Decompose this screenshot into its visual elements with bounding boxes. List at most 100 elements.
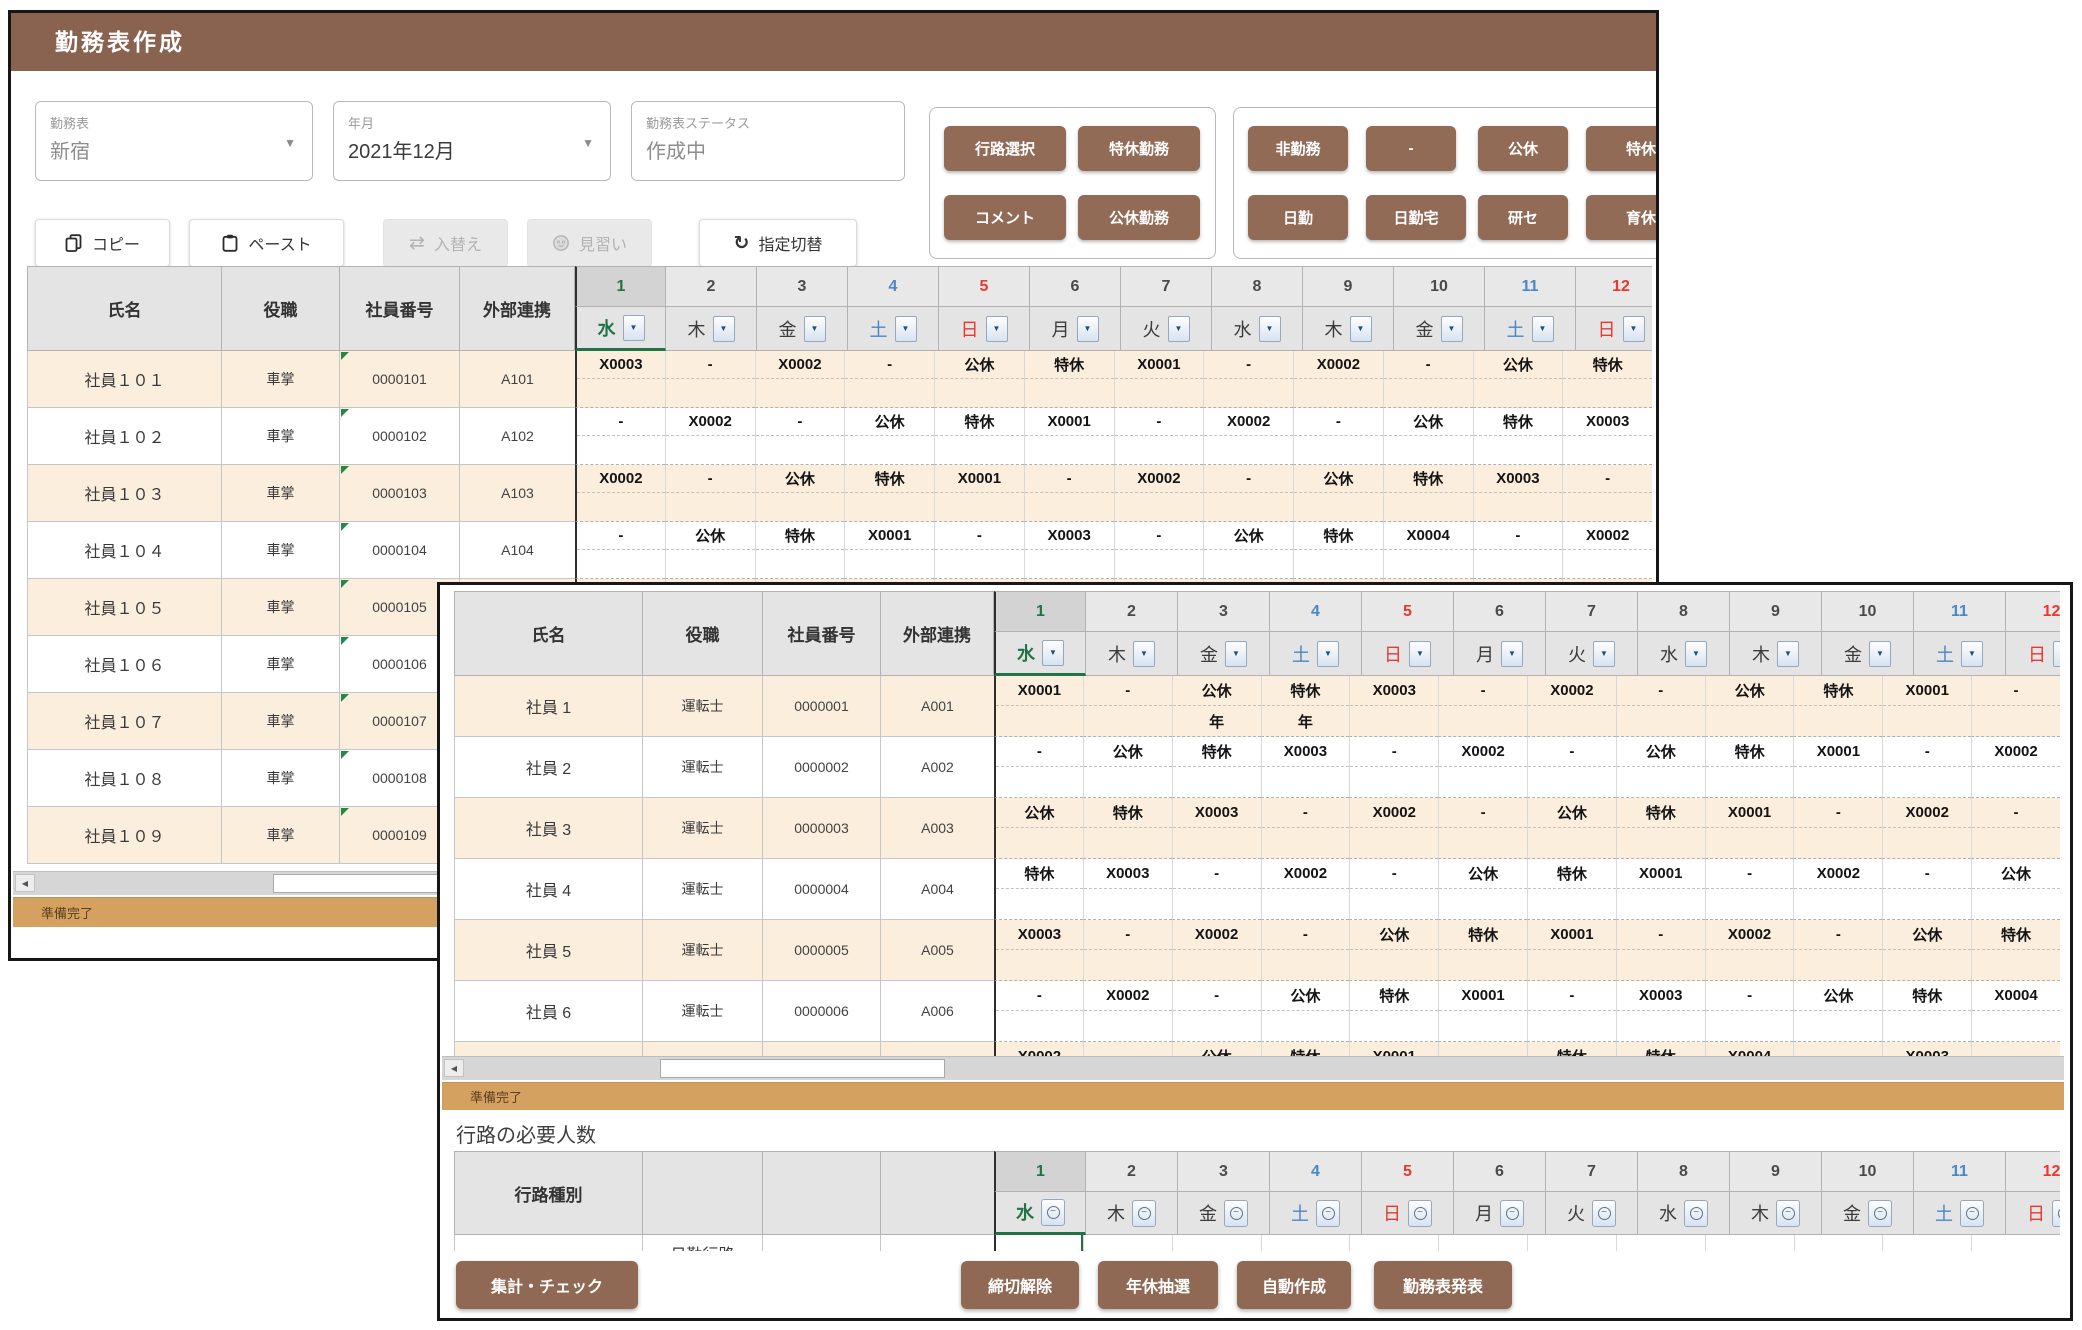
day-of-week[interactable]: 水▼ bbox=[994, 631, 1086, 676]
route-select-button[interactable]: 行路選択 bbox=[944, 126, 1066, 171]
role-cell[interactable]: 運転士 bbox=[642, 737, 762, 798]
employee-number-cell[interactable]: 0000005 bbox=[762, 920, 880, 981]
route-count-cell[interactable] bbox=[1083, 1235, 1172, 1251]
day-filter-button[interactable]: ▼ bbox=[1441, 316, 1463, 342]
route-count-cell[interactable] bbox=[1261, 1235, 1350, 1251]
toggle-designation-button[interactable]: ↻ 指定切替 bbox=[699, 219, 857, 267]
day-of-week[interactable]: 土− bbox=[1270, 1191, 1362, 1235]
day-of-week[interactable]: 日− bbox=[1362, 1191, 1454, 1235]
day-filter-button[interactable]: ▼ bbox=[1961, 641, 1983, 667]
schedule-cell[interactable]: 特休 bbox=[1793, 676, 1882, 737]
day-of-week[interactable]: 金− bbox=[1178, 1191, 1270, 1235]
role-cell[interactable]: 車掌 bbox=[221, 465, 339, 522]
day-filter-button[interactable]: ▼ bbox=[1133, 641, 1155, 667]
route-count-cell[interactable] bbox=[994, 1235, 1083, 1251]
schedule-cell[interactable]: 特休 bbox=[1293, 522, 1383, 579]
schedule-cell[interactable]: X0004 bbox=[1705, 1042, 1794, 1056]
remove-day-button[interactable]: − bbox=[1132, 1200, 1156, 1227]
schedule-cell[interactable]: - bbox=[844, 351, 934, 408]
horizontal-scrollbar[interactable]: ◀ bbox=[442, 1056, 2064, 1080]
day-shift-home-button[interactable]: 日勤宅 bbox=[1366, 195, 1466, 240]
schedule-cell[interactable]: 公休 bbox=[994, 798, 1083, 859]
scroll-left-arrow[interactable]: ◀ bbox=[15, 874, 35, 892]
schedule-cell[interactable]: X0002 bbox=[1562, 522, 1652, 579]
role-cell[interactable]: 運転士 bbox=[642, 920, 762, 981]
schedule-cell[interactable]: 特休 bbox=[1383, 465, 1473, 522]
route-row-cell[interactable] bbox=[762, 1235, 880, 1251]
scrollbar-thumb[interactable] bbox=[660, 1059, 945, 1078]
schedule-cell[interactable]: 公休 bbox=[1383, 408, 1473, 465]
day-of-week[interactable]: 金▼ bbox=[1178, 631, 1270, 676]
schedule-cell[interactable]: X0001 bbox=[994, 676, 1083, 737]
schedule-cell[interactable]: X0002 bbox=[575, 465, 665, 522]
special-holiday-button[interactable]: 特休 bbox=[1586, 126, 1659, 171]
schedule-cell[interactable]: - bbox=[1349, 859, 1438, 920]
day-filter-button[interactable]: ▼ bbox=[1869, 641, 1891, 667]
schedule-cell[interactable]: 特休 bbox=[755, 522, 845, 579]
remove-day-button[interactable]: − bbox=[1592, 1200, 1616, 1227]
month-select[interactable]: 年月 2021年12月 ▼ bbox=[333, 101, 611, 181]
day-of-week[interactable]: 土▼ bbox=[848, 306, 939, 351]
employee-name-cell[interactable]: 社員１０５ bbox=[27, 579, 221, 636]
schedule-cell[interactable]: X0001 bbox=[844, 522, 934, 579]
schedule-cell[interactable]: 特休 bbox=[1024, 351, 1114, 408]
schedule-cell[interactable]: - bbox=[665, 465, 755, 522]
day-filter-button[interactable]: ▼ bbox=[1593, 641, 1615, 667]
day-filter-button[interactable]: ▼ bbox=[1225, 641, 1247, 667]
route-count-cell[interactable] bbox=[1971, 1235, 2060, 1251]
schedule-cell[interactable]: 特休 bbox=[1882, 981, 1971, 1042]
schedule-cell[interactable]: X0003 bbox=[1261, 737, 1350, 798]
day-of-week[interactable]: 日▼ bbox=[2006, 631, 2060, 676]
day-of-week[interactable]: 月▼ bbox=[1030, 306, 1121, 351]
schedule-cell[interactable]: 公休 bbox=[1527, 798, 1616, 859]
day-shift-button[interactable]: 日勤 bbox=[1248, 195, 1348, 240]
role-cell[interactable]: 車掌 bbox=[221, 693, 339, 750]
schedule-cell[interactable]: 特休 bbox=[1083, 798, 1172, 859]
employee-name-cell[interactable]: 社員１０８ bbox=[27, 750, 221, 807]
employee-number-cell[interactable]: 0000007 bbox=[762, 1042, 880, 1056]
non-work-button[interactable]: 非勤務 bbox=[1248, 126, 1348, 171]
schedule-cell[interactable]: 公休 bbox=[1971, 859, 2060, 920]
schedule-cell[interactable]: - bbox=[1349, 737, 1438, 798]
schedule-cell[interactable]: 特休 bbox=[934, 408, 1024, 465]
schedule-cell[interactable]: X0003 bbox=[1616, 981, 1705, 1042]
schedule-cell[interactable]: - bbox=[1024, 465, 1114, 522]
external-link-cell[interactable]: A104 bbox=[459, 522, 575, 579]
remove-day-button[interactable]: − bbox=[1500, 1200, 1524, 1227]
external-link-cell[interactable]: A101 bbox=[459, 351, 575, 408]
external-link-cell[interactable]: A103 bbox=[459, 465, 575, 522]
day-of-week[interactable]: 木▼ bbox=[666, 306, 757, 351]
day-of-week[interactable]: 日▼ bbox=[1576, 306, 1652, 351]
schedule-cell[interactable]: X0001 bbox=[1349, 1042, 1438, 1056]
schedule-cell[interactable]: X0002 bbox=[1203, 408, 1293, 465]
schedule-cell[interactable]: - bbox=[1172, 859, 1261, 920]
schedule-cell[interactable]: X0001 bbox=[1882, 676, 1971, 737]
role-cell[interactable]: 車掌 bbox=[221, 351, 339, 408]
auto-create-button[interactable]: 自動作成 bbox=[1237, 1261, 1351, 1309]
role-cell[interactable]: 運転士 bbox=[642, 981, 762, 1042]
schedule-cell[interactable]: X0002 bbox=[665, 408, 755, 465]
day-of-week[interactable]: 木− bbox=[1086, 1191, 1178, 1235]
schedule-cell[interactable]: 公休 bbox=[1705, 676, 1794, 737]
schedule-cell[interactable]: X0002 bbox=[1438, 737, 1527, 798]
route-count-cell[interactable] bbox=[1794, 1235, 1883, 1251]
schedule-cell[interactable]: 公休 bbox=[1793, 981, 1882, 1042]
schedule-cell[interactable]: - bbox=[575, 522, 665, 579]
public-holiday-work-button[interactable]: 公休勤務 bbox=[1078, 195, 1200, 240]
schedule-cell[interactable]: 公休 bbox=[665, 522, 755, 579]
day-of-week[interactable]: 金− bbox=[1822, 1191, 1914, 1235]
schedule-cell[interactable]: - bbox=[1705, 859, 1794, 920]
external-link-cell[interactable]: A007 bbox=[880, 1042, 994, 1056]
schedule-cell[interactable]: 特休 bbox=[1349, 981, 1438, 1042]
schedule-cell[interactable]: 公休 bbox=[1882, 920, 1971, 981]
schedule-cell[interactable]: X0002 bbox=[1882, 798, 1971, 859]
schedule-cell[interactable]: X0003 bbox=[1024, 522, 1114, 579]
day-filter-button[interactable]: ▼ bbox=[1532, 316, 1554, 342]
schedule-cell[interactable]: - bbox=[1971, 798, 2060, 859]
schedule-cell[interactable]: - bbox=[1261, 920, 1350, 981]
day-filter-button[interactable]: ▼ bbox=[1168, 316, 1190, 342]
schedule-cell[interactable]: - bbox=[1616, 920, 1705, 981]
role-cell[interactable]: 運転士 bbox=[642, 1042, 762, 1056]
schedule-cell[interactable]: X0003 bbox=[575, 351, 665, 408]
schedule-cell[interactable]: X0001 bbox=[1114, 351, 1204, 408]
